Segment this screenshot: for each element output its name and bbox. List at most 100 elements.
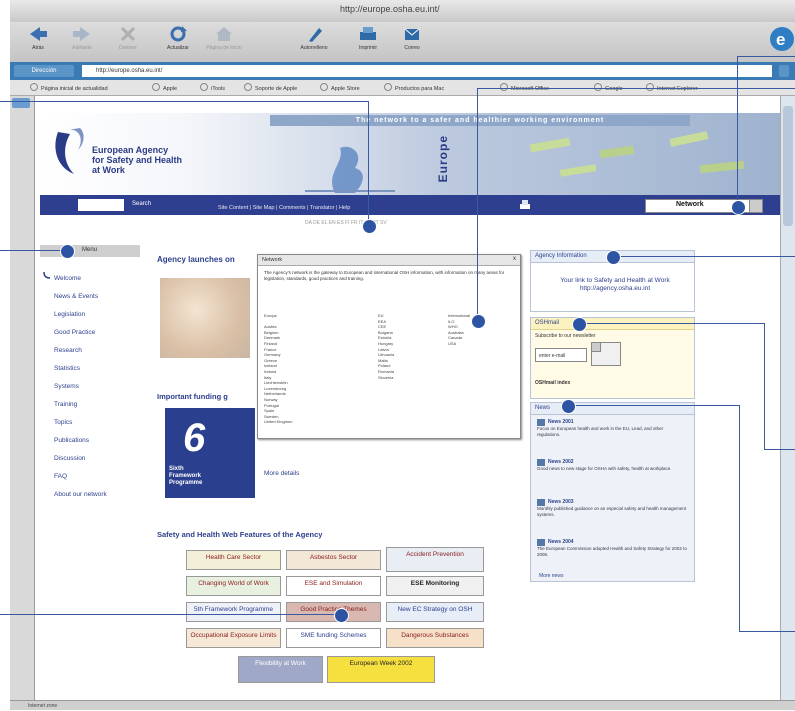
menu-item-news[interactable]: News & Events (54, 293, 98, 300)
feature-health-care[interactable]: Health Care Sector (186, 550, 281, 570)
menu-item-research[interactable]: Research (54, 347, 82, 354)
menu-item-publications[interactable]: Publications (54, 437, 89, 444)
popup-country-item[interactable]: Poland (378, 363, 390, 368)
site-search-input[interactable] (78, 199, 124, 211)
favorite-item[interactable]: Soporte de Apple (244, 83, 297, 92)
refresh-button[interactable]: Actualizar (156, 25, 200, 59)
menu-item-discussion[interactable]: Discussion (54, 455, 85, 462)
popup-country-item[interactable]: Europe (264, 313, 277, 318)
print-page-icon[interactable] (519, 199, 531, 211)
mail-button[interactable]: Correo (390, 25, 434, 59)
home-button[interactable]: Página de inicio (202, 25, 246, 59)
popup-country-item[interactable]: Portugal (264, 403, 279, 408)
menu-item-topics[interactable]: Topics (54, 419, 72, 426)
news-item[interactable]: News 2001 Focus on European health and wo… (537, 419, 687, 437)
popup-country-item[interactable]: Romania (378, 369, 394, 374)
feature-5th-framework[interactable]: 5th Framework Programme (186, 602, 281, 622)
feature-exposure-limits[interactable]: Occupational Exposure Limits (186, 628, 281, 648)
forward-button[interactable]: Adelante (60, 25, 104, 59)
popup-country-item[interactable]: Luxembourg (264, 386, 286, 391)
go-icon[interactable] (779, 65, 789, 77)
feature-dangerous-substances[interactable]: Dangerous Substances (386, 628, 484, 648)
popup-country-item[interactable]: Greece (264, 358, 277, 363)
feature-ese-simulation[interactable]: ESE and Simulation (286, 576, 381, 596)
menu-item-good-practice[interactable]: Good Practice (54, 329, 95, 336)
oshmail-subscribe-button[interactable] (591, 342, 621, 366)
menu-item-statistics[interactable]: Statistics (54, 365, 80, 372)
site-search-button[interactable]: Search (132, 201, 151, 207)
favorite-item[interactable]: Productos para Mac (384, 83, 444, 92)
popup-country-item[interactable]: Estonia (378, 335, 391, 340)
menu-item-systems[interactable]: Systems (54, 383, 79, 390)
popup-country-item[interactable]: Slovenia (378, 375, 393, 380)
oshmail-email-input[interactable]: enter e-mail (535, 348, 587, 362)
more-details-link[interactable]: More details (264, 470, 299, 477)
feature-flexibility[interactable]: Flexibility at Work (238, 656, 323, 683)
popup-country-item[interactable]: France (264, 347, 276, 352)
menu-item-faq[interactable]: FAQ (54, 473, 67, 480)
popup-country-item[interactable]: United Kingdom (264, 419, 292, 424)
popup-country-item[interactable]: Hungary (378, 341, 393, 346)
news-headline[interactable]: Agency launches on (157, 255, 235, 264)
autofill-button[interactable]: Autorrelleno (292, 25, 336, 59)
feature-sme-funding[interactable]: SME funding Schemes (286, 628, 381, 648)
popup-country-item[interactable]: Bulgaria (378, 330, 393, 335)
popup-country-item[interactable]: EU (378, 313, 384, 318)
feature-european-week[interactable]: European Week 2002 (327, 656, 435, 683)
popup-country-item[interactable]: International (448, 313, 470, 318)
feature-ese-monitoring[interactable]: ESE Monitoring (386, 576, 484, 596)
feature-new-ec-strategy[interactable]: New EC Strategy on OSH (386, 602, 484, 622)
popup-country-item[interactable]: Canada (448, 335, 462, 340)
popup-country-item[interactable]: Iceland (264, 363, 277, 368)
menu-item-training[interactable]: Training (54, 401, 77, 408)
news-item[interactable]: News 2003 Monthly published guidance on a… (537, 499, 687, 517)
popup-country-item[interactable]: Austria (264, 324, 276, 329)
scrollbar-thumb[interactable] (783, 106, 793, 226)
favorite-item[interactable]: Apple Store (320, 83, 360, 92)
popup-country-item[interactable]: Spain (264, 408, 274, 413)
favorite-item[interactable]: Apple (152, 83, 177, 92)
url-input[interactable]: http://europe.osha.eu.int/ (82, 65, 772, 77)
more-news-link[interactable]: More news (539, 573, 563, 579)
menu-item-welcome[interactable]: Welcome (54, 275, 81, 282)
agency-info-link[interactable]: Your link to Safety and Health at Work h… (545, 277, 685, 293)
popup-country-item[interactable]: Germany (264, 352, 280, 357)
print-button[interactable]: Imprimir (346, 25, 390, 59)
close-icon[interactable]: x (513, 256, 516, 262)
popup-country-item[interactable]: Norway (264, 397, 278, 402)
menu-item-legislation[interactable]: Legislation (54, 311, 85, 318)
popup-country-item[interactable]: Netherlands (264, 391, 286, 396)
agency-logo-text[interactable]: European Agency for Safety and Health at… (92, 145, 182, 175)
popup-country-item[interactable]: ILO (448, 319, 454, 324)
popup-country-item[interactable]: Belgium (264, 330, 278, 335)
menu-item-about[interactable]: About our network (54, 491, 107, 498)
oshmail-index-link[interactable]: OSHmail index (535, 380, 570, 386)
explorer-tab-icon[interactable] (12, 98, 30, 108)
popup-country-item[interactable]: Ireland (264, 369, 276, 374)
popup-country-item[interactable]: Finland (264, 341, 277, 346)
popup-country-item[interactable]: CEE (378, 324, 386, 329)
popup-country-item[interactable]: WHO (448, 324, 458, 329)
news-item[interactable]: News 2002 Good news to new stage for OSHA… (537, 459, 687, 472)
popup-country-item[interactable]: Lithuania (378, 352, 394, 357)
news-item[interactable]: News 2004 The European Commission adopted… (537, 539, 687, 557)
popup-country-item[interactable]: Australia (448, 330, 464, 335)
feature-accident-prevention[interactable]: Accident Prevention (386, 547, 484, 572)
popup-country-item[interactable]: Liechtenstein (264, 380, 288, 385)
stop-button[interactable]: Detener (106, 25, 150, 59)
favorite-item[interactable]: Página inicial de actualidad (30, 83, 108, 92)
popup-country-item[interactable]: Sweden (264, 414, 278, 419)
feature-changing-world[interactable]: Changing World of Work (186, 576, 281, 596)
site-nav-links[interactable]: Site Content | Site Map | Comments | Tra… (218, 205, 350, 211)
popup-country-item[interactable]: EEA (378, 319, 386, 324)
vertical-scrollbar[interactable] (780, 96, 795, 700)
popup-country-item[interactable]: Italy (264, 375, 271, 380)
popup-country-item[interactable]: Latvia (378, 347, 389, 352)
feature-asbestos[interactable]: Asbestos Sector (286, 550, 381, 570)
popup-country-item[interactable]: Malta (378, 358, 388, 363)
back-button[interactable]: Atrás (16, 25, 60, 59)
sixth-framework-banner[interactable]: 6 Sixth Framework Programme (165, 408, 255, 498)
favorite-item[interactable]: iTools (200, 83, 225, 92)
popup-country-item[interactable]: USA (448, 341, 456, 346)
popup-country-item[interactable]: Denmark (264, 335, 280, 340)
